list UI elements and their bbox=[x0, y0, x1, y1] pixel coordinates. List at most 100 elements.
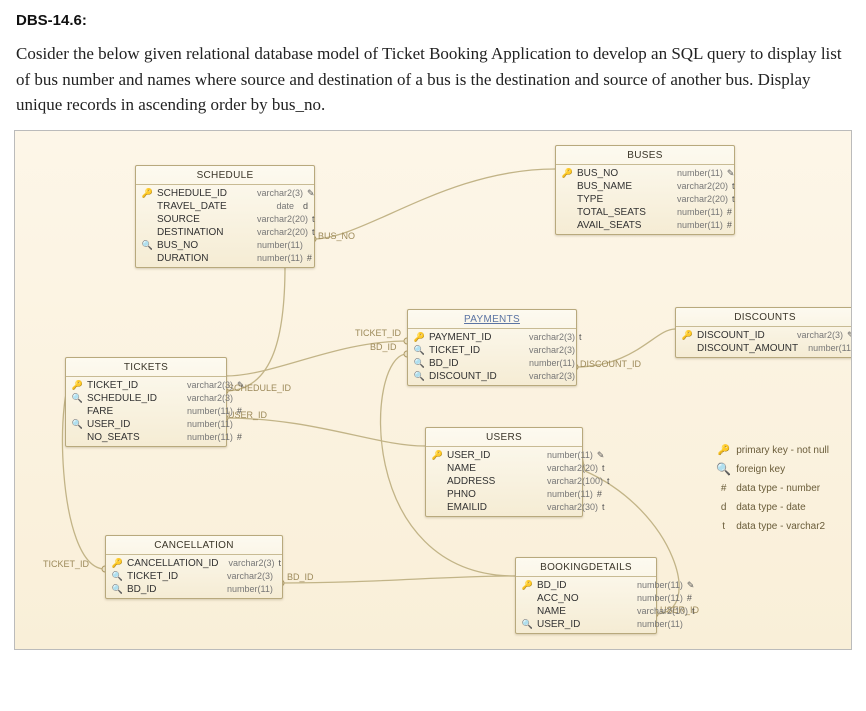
column-type: varchar2(3) bbox=[187, 393, 233, 403]
blank-icon bbox=[562, 207, 573, 218]
column-name: TICKET_ID bbox=[87, 380, 177, 391]
column-row: 🔍BUS_NOnumber(11) bbox=[136, 239, 314, 252]
column-suffix: # bbox=[597, 489, 602, 499]
blank-icon bbox=[142, 227, 153, 238]
column-type: varchar2(3) bbox=[529, 345, 575, 355]
entity-discounts: DISCOUNTS🔑DISCOUNT_IDvarchar2(3)✎DISCOUN… bbox=[675, 307, 852, 358]
column-name: TICKET_ID bbox=[429, 345, 519, 356]
fk-icon: 🔍 bbox=[414, 345, 425, 356]
legend-pk: primary key - not null bbox=[736, 441, 829, 460]
column-suffix: # bbox=[237, 406, 242, 416]
column-type: varchar2(3) bbox=[797, 330, 843, 340]
fk-icon: 🔍 bbox=[72, 393, 83, 404]
column-suffix: # bbox=[727, 220, 732, 230]
column-name: PHNO bbox=[447, 489, 537, 500]
column-type: varchar2(3) bbox=[187, 380, 233, 390]
column-type: varchar2(100) bbox=[547, 476, 603, 486]
column-suffix: t bbox=[312, 214, 315, 224]
er-diagram: BUS_NO SCHEDULE_ID USER_ID TICKET_ID BD_… bbox=[14, 130, 852, 650]
column-row: FAREnumber(11)# bbox=[66, 405, 226, 418]
column-row: ADDRESSvarchar2(100)t bbox=[426, 475, 582, 488]
column-row: 🔑SCHEDULE_IDvarchar2(3)✎ bbox=[136, 187, 314, 200]
column-name: SCHEDULE_ID bbox=[157, 188, 247, 199]
column-type: varchar2(20) bbox=[257, 214, 308, 224]
column-type: varchar2(3) bbox=[529, 332, 575, 342]
blank-icon bbox=[142, 214, 153, 225]
column-row: 🔍TICKET_IDvarchar2(3) bbox=[106, 570, 282, 583]
link-label-user-id: USER_ID bbox=[228, 410, 267, 420]
fk-icon: 🔍 bbox=[72, 419, 83, 430]
pk-icon: 🔑 bbox=[112, 558, 123, 569]
column-suffix: t bbox=[692, 606, 695, 616]
date-type-icon: d bbox=[717, 498, 730, 517]
pk-icon: 🔑 bbox=[142, 188, 153, 199]
column-row: BUS_NAMEvarchar2(20)t bbox=[556, 180, 734, 193]
column-type: number(11) bbox=[547, 450, 593, 460]
fk-icon: 🔍 bbox=[112, 584, 123, 595]
link-label-bus-no: BUS_NO bbox=[318, 231, 355, 241]
column-suffix: d bbox=[298, 201, 308, 211]
blank-icon bbox=[432, 502, 443, 513]
column-row: PHNOnumber(11)# bbox=[426, 488, 582, 501]
column-row: TYPEvarchar2(20)t bbox=[556, 193, 734, 206]
column-name: USER_ID bbox=[87, 419, 177, 430]
blank-icon bbox=[432, 463, 443, 474]
column-name: DISCOUNT_ID bbox=[697, 330, 787, 341]
column-type: varchar2(3) bbox=[229, 558, 275, 568]
column-type: number(11) bbox=[547, 489, 593, 499]
column-row: 🔑BUS_NOnumber(11)✎ bbox=[556, 167, 734, 180]
blank-icon bbox=[562, 181, 573, 192]
column-name: BUS_NAME bbox=[577, 181, 667, 192]
pk-icon: 🔑 bbox=[717, 441, 730, 460]
column-name: PAYMENT_ID bbox=[429, 332, 519, 343]
entity-title: CANCELLATION bbox=[106, 536, 282, 555]
column-row: 🔍DISCOUNT_IDvarchar2(3) bbox=[408, 370, 576, 383]
column-type: varchar2(3) bbox=[529, 371, 575, 381]
entity-tickets: TICKETS🔑TICKET_IDvarchar2(3)✎🔍SCHEDULE_I… bbox=[65, 357, 227, 447]
column-row: 🔑BD_IDnumber(11)✎ bbox=[516, 579, 656, 592]
pk-icon: 🔑 bbox=[414, 332, 425, 343]
column-row: NAMEvarchar2(10)t bbox=[516, 605, 656, 618]
column-suffix: ✎ bbox=[727, 168, 735, 179]
column-name: FARE bbox=[87, 406, 177, 417]
column-name: CANCELLATION_ID bbox=[127, 558, 219, 569]
column-suffix: # bbox=[687, 593, 692, 603]
column-name: NAME bbox=[447, 463, 537, 474]
column-name: BD_ID bbox=[537, 580, 627, 591]
problem-description: Cosider the below given relational datab… bbox=[0, 37, 866, 130]
column-name: USER_ID bbox=[537, 619, 627, 630]
blank-icon bbox=[432, 476, 443, 487]
column-suffix: t bbox=[607, 476, 610, 486]
column-name: EMAILID bbox=[447, 502, 537, 513]
column-row: 🔑TICKET_IDvarchar2(3)✎ bbox=[66, 379, 226, 392]
varchar-type-icon: t bbox=[717, 517, 730, 536]
link-label-bd-id: BD_ID bbox=[370, 342, 397, 352]
legend-vc: data type - varchar2 bbox=[736, 517, 825, 536]
column-name: BD_ID bbox=[429, 358, 519, 369]
entity-users: USERS🔑USER_IDnumber(11)✎NAMEvarchar2(20)… bbox=[425, 427, 583, 517]
pk-icon: 🔑 bbox=[432, 450, 443, 461]
column-type: number(11) bbox=[187, 432, 233, 442]
column-name: DESTINATION bbox=[157, 227, 247, 238]
page-title: DBS-14.6: bbox=[16, 12, 850, 29]
column-type: number(11) bbox=[637, 619, 683, 629]
column-type: number(11) bbox=[257, 240, 303, 250]
link-label-ticket-id: TICKET_ID bbox=[355, 328, 401, 338]
column-name: ADDRESS bbox=[447, 476, 537, 487]
column-type: number(11) bbox=[677, 168, 723, 178]
column-name: ACC_NO bbox=[537, 593, 627, 604]
column-type: number(11) bbox=[677, 220, 723, 230]
column-row: 🔍SCHEDULE_IDvarchar2(3) bbox=[66, 392, 226, 405]
blank-icon bbox=[682, 343, 693, 354]
column-name: NAME bbox=[537, 606, 627, 617]
column-type: number(11) bbox=[227, 584, 273, 594]
entity-title: PAYMENTS bbox=[408, 310, 576, 329]
column-suffix: ✎ bbox=[237, 380, 245, 391]
legend-date: data type - date bbox=[736, 498, 806, 517]
column-type: number(11) bbox=[187, 419, 233, 429]
column-name: DURATION bbox=[157, 253, 247, 264]
column-name: TICKET_ID bbox=[127, 571, 217, 582]
column-row: TOTAL_SEATSnumber(11)# bbox=[556, 206, 734, 219]
column-type: date bbox=[257, 201, 294, 211]
entity-payments: PAYMENTS🔑PAYMENT_IDvarchar2(3)t🔍TICKET_I… bbox=[407, 309, 577, 386]
